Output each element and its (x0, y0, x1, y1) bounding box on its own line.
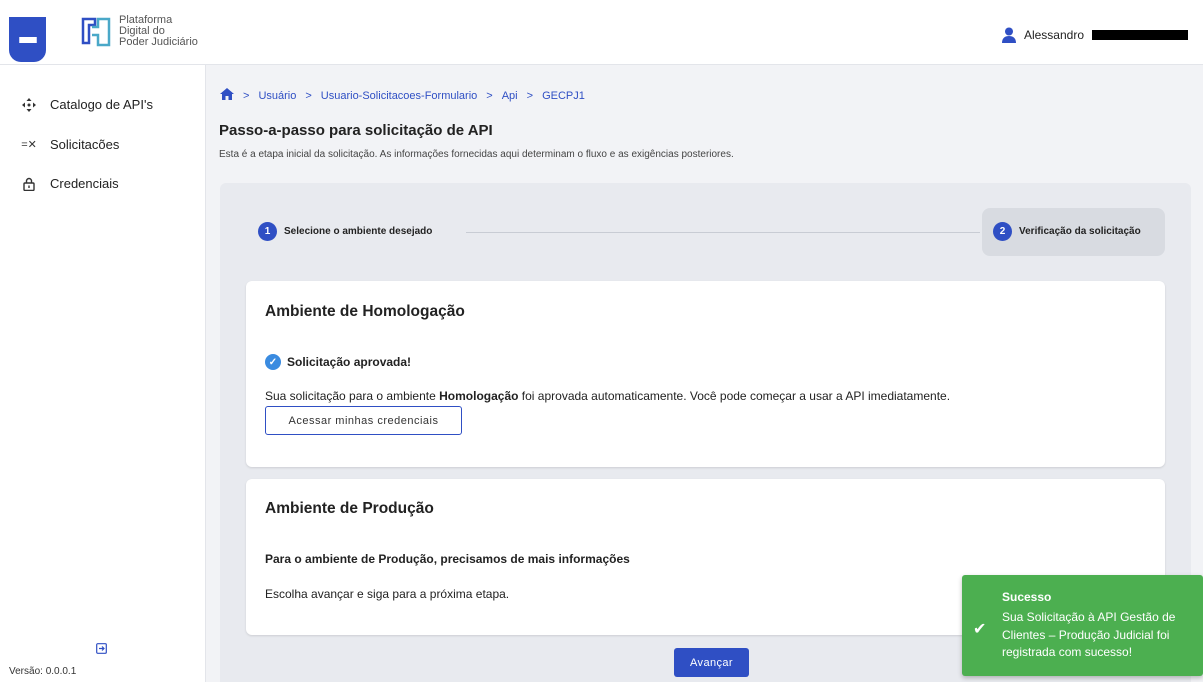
breadcrumb-item-formulario[interactable]: Usuario-Solicitacoes-Formulario (321, 90, 478, 102)
breadcrumb-separator: > (243, 89, 250, 102)
producao-message: Escolha avançar e siga para a próxima et… (265, 587, 510, 601)
breadcrumb-item-api[interactable]: Api (502, 90, 518, 102)
list-check-icon: =✕ (21, 139, 37, 151)
lock-icon (22, 177, 36, 191)
step-number: 2 (993, 222, 1012, 241)
version-label: Versão: 0.0.0.1 (9, 666, 77, 677)
approval-status: ✓ Solicitação aprovada! (265, 354, 411, 370)
approval-status-text: Solicitação aprovada! (287, 355, 412, 369)
hamburger-icon (18, 36, 37, 43)
sidebar: Catalogo de API's =✕ Solicitacões Creden… (0, 65, 206, 682)
breadcrumb-item-gecpj1[interactable]: GECPJ1 (542, 90, 585, 102)
move-arrows-icon (22, 97, 36, 112)
sidebar-item-label: Solicitacões (50, 137, 120, 152)
sidebar-item-catalogo[interactable]: Catalogo de API's (22, 97, 153, 112)
success-toast[interactable]: ✔ Sucesso Sua Solicitação à API Gestão d… (962, 575, 1203, 676)
homologacao-message: Sua solicitação para o ambiente Homologa… (265, 389, 950, 403)
breadcrumb-separator: > (305, 89, 312, 102)
sidebar-item-solicitacoes[interactable]: =✕ Solicitacões (21, 137, 120, 152)
homologacao-card: Ambiente de Homologação ✓ Solicitação ap… (246, 281, 1165, 467)
logo[interactable]: Plataforma Digital do Poder Judiciário (80, 15, 198, 48)
user-name: Alessandro (1023, 28, 1084, 42)
producao-subtitle: Para o ambiente de Produção, precisamos … (265, 552, 630, 566)
sidebar-collapse-icon[interactable] (96, 643, 107, 657)
access-credentials-button[interactable]: Acessar minhas credenciais (265, 406, 462, 435)
step-number: 1 (258, 222, 277, 241)
checkmark-icon: ✔ (973, 621, 987, 638)
stepper-connector (466, 232, 980, 233)
sidebar-item-label: Credenciais (50, 176, 119, 191)
homologacao-title: Ambiente de Homologação (265, 303, 465, 320)
page-subtitle: Esta é a etapa inicial da solicitação. A… (219, 149, 734, 160)
check-circle-icon: ✓ (265, 354, 281, 370)
app-header: Plataforma Digital do Poder Judiciário A… (0, 0, 1203, 65)
sidebar-item-label: Catalogo de API's (50, 97, 153, 112)
step-1[interactable]: 1 Selecione o ambiente desejado (258, 222, 432, 241)
step-label: Selecione o ambiente desejado (284, 226, 433, 237)
person-icon (1001, 27, 1016, 43)
message-part: foi aprovada automaticamente. Você pode … (518, 389, 951, 403)
message-part: Sua solicitação para o ambiente (265, 389, 440, 403)
stepper: 1 Selecione o ambiente desejado 2 Verifi… (254, 208, 1165, 256)
user-menu[interactable]: Alessandro (1001, 27, 1188, 43)
step-label: Verificação da solicitação (1019, 226, 1141, 237)
logo-line-3: Poder Judiciário (119, 36, 198, 48)
toast-title: Sucesso (1002, 590, 1052, 604)
next-button[interactable]: Avançar (674, 648, 749, 677)
menu-button[interactable] (9, 17, 46, 62)
sidebar-item-credenciais[interactable]: Credenciais (22, 176, 119, 191)
breadcrumb-separator: > (526, 89, 534, 102)
user-surname-redacted (1092, 30, 1188, 40)
home-icon[interactable] (220, 88, 234, 103)
breadcrumb-item-usuario[interactable]: Usuário (258, 90, 296, 102)
page-title: Passo-a-passo para solicitação de API (219, 122, 493, 139)
step-2[interactable]: 2 Verificação da solicitação (993, 222, 1141, 241)
toast-message: Sua Solicitação à API Gestão de Clientes… (1002, 610, 1176, 659)
logo-icon (81, 17, 111, 47)
breadcrumb: > Usuário > Usuario-Solicitacoes-Formula… (220, 88, 585, 103)
message-environment: Homologação (439, 389, 519, 403)
breadcrumb-separator: > (486, 89, 493, 102)
producao-title: Ambiente de Produção (265, 500, 434, 517)
logo-text: Plataforma Digital do Poder Judiciário (119, 15, 198, 48)
